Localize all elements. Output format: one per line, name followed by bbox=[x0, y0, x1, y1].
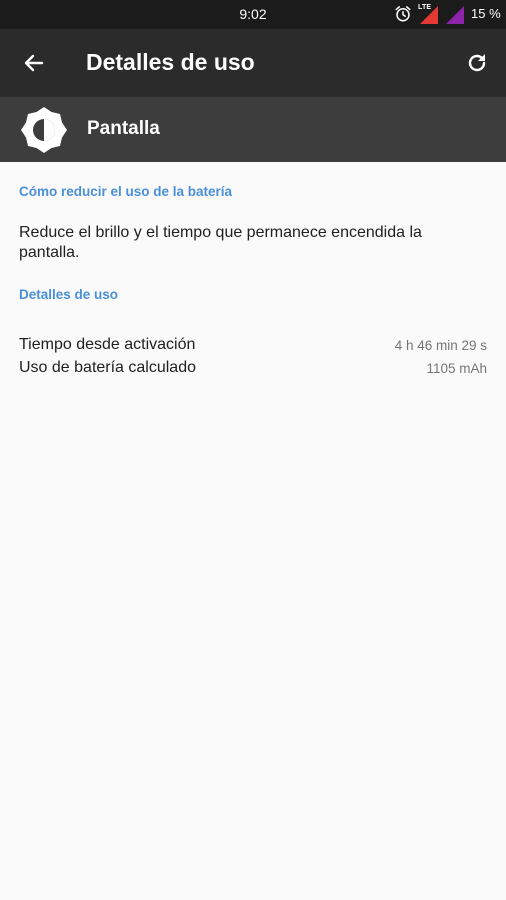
brightness-icon bbox=[21, 107, 67, 153]
signal-icon bbox=[446, 6, 464, 24]
detail-value: 1105 mAh bbox=[426, 361, 487, 376]
refresh-icon bbox=[468, 54, 486, 72]
arrow-back-icon bbox=[24, 54, 44, 72]
lte-label: LTE bbox=[418, 4, 432, 11]
status-bar: 9:02 LTE 15 % bbox=[0, 0, 506, 29]
back-button[interactable] bbox=[17, 46, 51, 80]
detail-value: 4 h 46 min 29 s bbox=[394, 338, 487, 353]
alarm-icon bbox=[395, 6, 411, 22]
detail-label: Tiempo desde activación bbox=[19, 336, 196, 353]
battery-percentage: 15 % bbox=[471, 6, 501, 21]
tip-text: Reduce el brillo y el tiempo que permane… bbox=[19, 224, 422, 261]
app-bar: Detalles de uso bbox=[0, 29, 506, 97]
tips-section-header: Cómo reducir el uso de la batería bbox=[19, 184, 233, 199]
detail-row: Uso de batería calculado 1105 mAh bbox=[19, 359, 487, 381]
refresh-button[interactable] bbox=[460, 46, 494, 80]
page-title: Detalles de uso bbox=[86, 49, 255, 75]
detail-label: Uso de batería calculado bbox=[19, 359, 196, 376]
detail-row: Tiempo desde activación 4 h 46 min 29 s bbox=[19, 336, 487, 358]
app-name: Pantalla bbox=[87, 118, 160, 139]
app-header: Pantalla bbox=[0, 97, 506, 162]
details-section-header: Detalles de uso bbox=[19, 287, 119, 302]
